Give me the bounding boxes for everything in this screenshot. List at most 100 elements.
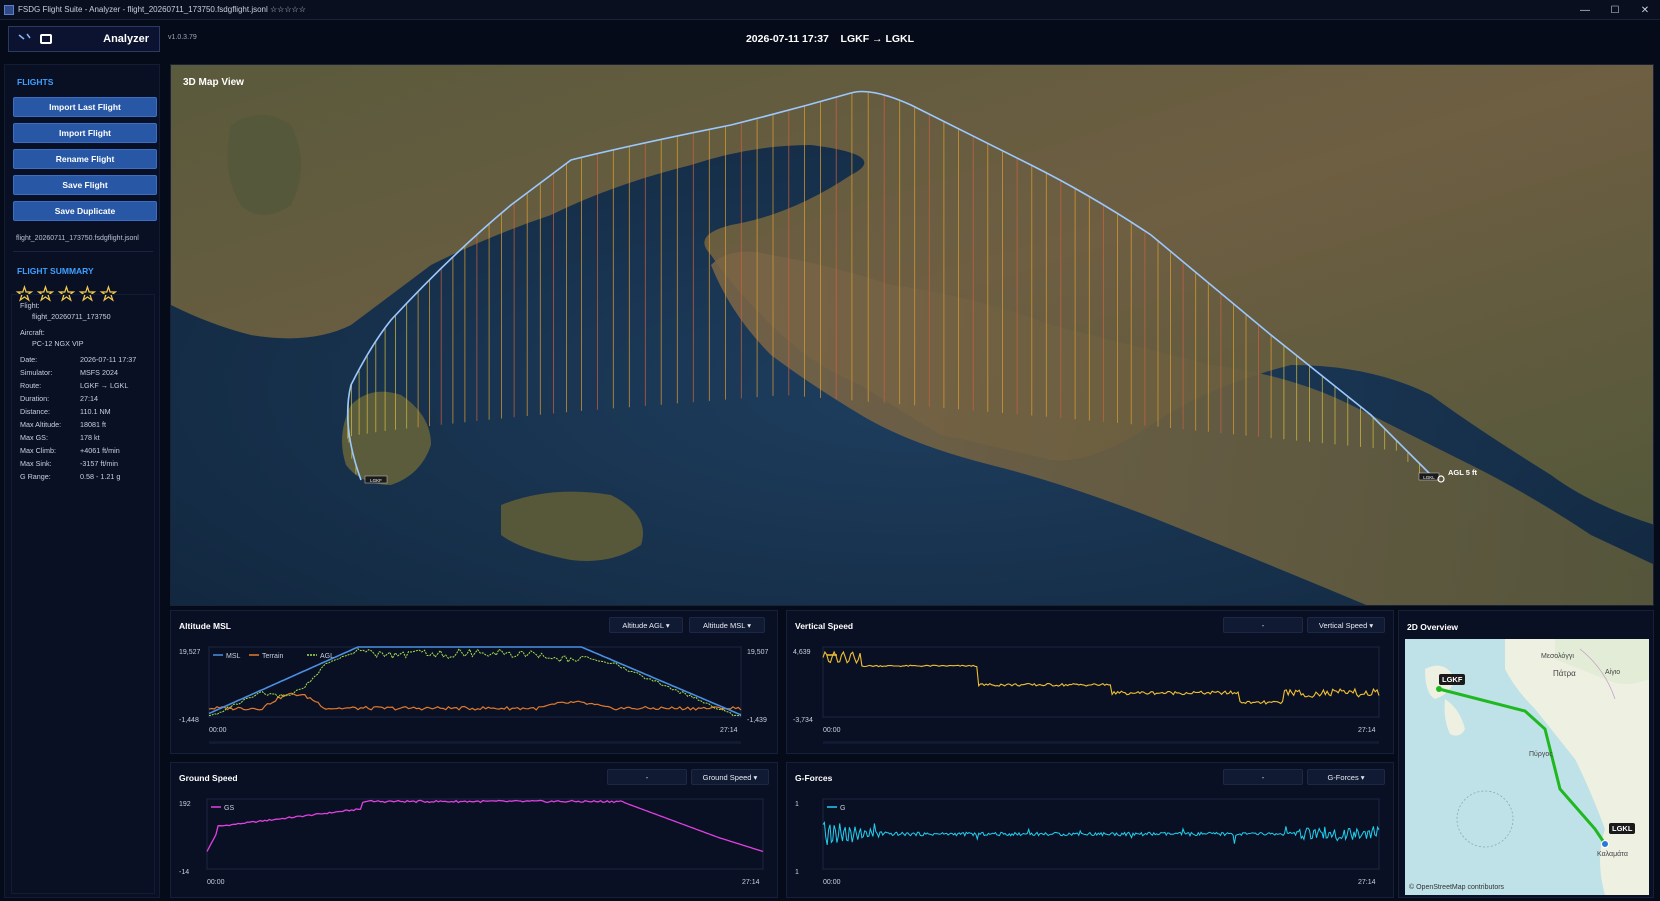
- end-marker-label: LGKL: [1423, 475, 1435, 480]
- summary-value: LGKF → LGKL: [80, 381, 129, 390]
- overview-map[interactable]: LGKF LGKL Μεσολόγγι Πάτρα Αίγιο Πύργος Κ…: [1405, 639, 1649, 895]
- gspeed-y-top: 192: [179, 801, 191, 808]
- summary-value: +4061 ft/min: [80, 446, 120, 455]
- summary-flight-value: flight_20260711_173750: [32, 312, 111, 321]
- summary-key: Distance:: [20, 407, 50, 416]
- summary-value: 18081 ft: [80, 420, 106, 429]
- map-3d-title: 3D Map View: [183, 77, 244, 88]
- flight-summary-heading: FLIGHT SUMMARY: [17, 266, 94, 276]
- overview-2d-panel: 2D Overview LGKF LGKL Μεσολόγγι Πάτρα Αί…: [1398, 610, 1654, 898]
- minimize-button[interactable]: —: [1570, 0, 1600, 20]
- town-label: Πύργος: [1529, 751, 1553, 758]
- gforces-x-end: 27:14: [1358, 879, 1376, 886]
- vspeed-y-bottom: -3,734: [793, 717, 813, 724]
- agl-label: AGL 5 ft: [1448, 468, 1478, 477]
- altitude-scrollbar[interactable]: [209, 741, 741, 744]
- import-flight-button[interactable]: Import Flight: [13, 123, 157, 143]
- vspeed-chart[interactable]: 4,639 -3,734 00:00 27:14: [787, 611, 1395, 755]
- summary-key: Max Climb:: [20, 446, 56, 455]
- altitude-x-start: 00:00: [209, 727, 227, 734]
- summary-key: Simulator:: [20, 368, 53, 377]
- map-credit: © OpenStreetMap contributors: [1409, 884, 1505, 891]
- island-north: [227, 115, 301, 215]
- end-point: [1601, 840, 1609, 848]
- maximize-button[interactable]: ☐: [1600, 0, 1630, 20]
- legend-msl: MSL: [226, 653, 241, 660]
- summary-aircraft-value: PC-12 NGX VIP: [32, 339, 84, 348]
- zakynthos-island: [1444, 699, 1465, 736]
- current-file-name: flight_20260711_173750.fsdgflight.jsonl: [16, 235, 139, 242]
- legend-g: G: [840, 805, 845, 812]
- town-label: Αίγιο: [1605, 669, 1621, 676]
- vspeed-y-top: 4,639: [793, 649, 811, 656]
- summary-aircraft-label: Aircraft:: [20, 328, 45, 337]
- import-last-flight-button[interactable]: Import Last Flight: [13, 97, 157, 117]
- app-icon: [4, 4, 14, 15]
- altitude-panel: Altitude MSL Altitude AGL ▾ Altitude MSL…: [170, 610, 778, 754]
- ground-speed-panel: Ground Speed - Ground Speed ▾ 192 -14 00…: [170, 762, 778, 898]
- window-titlebar: FSDG Flight Suite - Analyzer - flight_20…: [0, 0, 1660, 20]
- vertical-speed-panel: Vertical Speed - Vertical Speed ▾ 4,639 …: [786, 610, 1394, 754]
- summary-key: Route:: [20, 381, 42, 390]
- summary-value: MSFS 2024: [80, 368, 118, 377]
- summary-key: Max GS:: [20, 433, 48, 442]
- summary-key: Duration:: [20, 394, 50, 403]
- gspeed-x-end: 27:14: [742, 879, 760, 886]
- vspeed-x-start: 00:00: [823, 727, 841, 734]
- rename-flight-button[interactable]: Rename Flight: [13, 149, 157, 169]
- flights-heading: FLIGHTS: [17, 77, 54, 87]
- altitude-y-top-left: 19,527: [179, 649, 201, 656]
- start-marker-label: LGKF: [370, 478, 382, 483]
- close-button[interactable]: ✕: [1630, 0, 1660, 20]
- town-label: Πάτρα: [1553, 669, 1576, 678]
- town-label: Καλαμάτα: [1597, 851, 1628, 858]
- gspeed-chart[interactable]: 192 -14 00:00 27:14 GS: [171, 763, 779, 899]
- sidebar: FLIGHTS Import Last Flight Import Flight…: [4, 64, 160, 898]
- gs-series: [206, 799, 764, 853]
- summary-key: Date:: [20, 355, 38, 364]
- summary-value: 178 kt: [80, 433, 100, 442]
- g-series: [822, 821, 1380, 845]
- gforces-y-bottom: 1: [795, 869, 799, 876]
- overview-title: 2D Overview: [1407, 622, 1459, 632]
- start-point: [1436, 686, 1442, 692]
- altitude-x-end: 27:14: [720, 727, 738, 734]
- vspeed-scrollbar[interactable]: [823, 741, 1379, 744]
- legend-terrain: Terrain: [262, 653, 284, 660]
- altitude-y-bottom-right: -1,439: [747, 717, 767, 724]
- app-header: Analyzer v1.0.3.79 2026-07-11 17:37 LGKF…: [0, 20, 1660, 60]
- altitude-chart[interactable]: 19,527 -1,448 19,507 -1,439 00:00 27:14 …: [171, 611, 779, 755]
- overview-start-label: LGKF: [1439, 674, 1466, 685]
- summary-value: 0.58 - 1.21 g: [80, 472, 121, 481]
- vspeed-plot-area: [822, 646, 1380, 718]
- map-3d-view[interactable]: LGKF LGKL AGL 5 ft 3D Map View: [170, 64, 1654, 606]
- legend-gs: GS: [224, 805, 234, 812]
- summary-value: 110.1 NM: [80, 407, 111, 416]
- gspeed-plot-area: [206, 798, 764, 870]
- gspeed-x-start: 00:00: [207, 879, 225, 886]
- save-duplicate-button[interactable]: Save Duplicate: [13, 201, 157, 221]
- summary-value: -3157 ft/min: [80, 459, 118, 468]
- gforces-x-start: 00:00: [823, 879, 841, 886]
- legend-agl: AGL: [320, 653, 334, 660]
- map-3d-canvas[interactable]: LGKF LGKL AGL 5 ft: [171, 65, 1654, 606]
- gforces-chart[interactable]: 1 1 00:00 27:14 G: [787, 763, 1395, 899]
- flight-header-title: 2026-07-11 17:37 LGKF → LGKL: [745, 33, 915, 45]
- save-flight-button[interactable]: Save Flight: [13, 175, 157, 195]
- vspeed-x-end: 27:14: [1358, 727, 1376, 734]
- window-controls: — ☐ ✕: [1570, 0, 1660, 20]
- altitude-y-bottom-left: -1,448: [179, 717, 199, 724]
- divider: [13, 251, 153, 252]
- summary-key: G Range:: [20, 472, 51, 481]
- overview-end-label: LGKL: [1609, 823, 1636, 834]
- gforces-y-top: 1: [795, 801, 799, 808]
- summary-flight-label: Flight:: [20, 301, 40, 310]
- window-title: FSDG Flight Suite - Analyzer - flight_20…: [18, 5, 306, 14]
- g-forces-panel: G-Forces - G-Forces ▾ 1 1 00:00 27:14 G: [786, 762, 1394, 898]
- altitude-y-top-right: 19,507: [747, 649, 769, 656]
- town-label: Μεσολόγγι: [1541, 653, 1574, 660]
- vs-series: [822, 650, 1380, 705]
- agl-series: [208, 647, 741, 717]
- summary-key: Max Altitude:: [20, 420, 62, 429]
- summary-key: Max Sink:: [20, 459, 52, 468]
